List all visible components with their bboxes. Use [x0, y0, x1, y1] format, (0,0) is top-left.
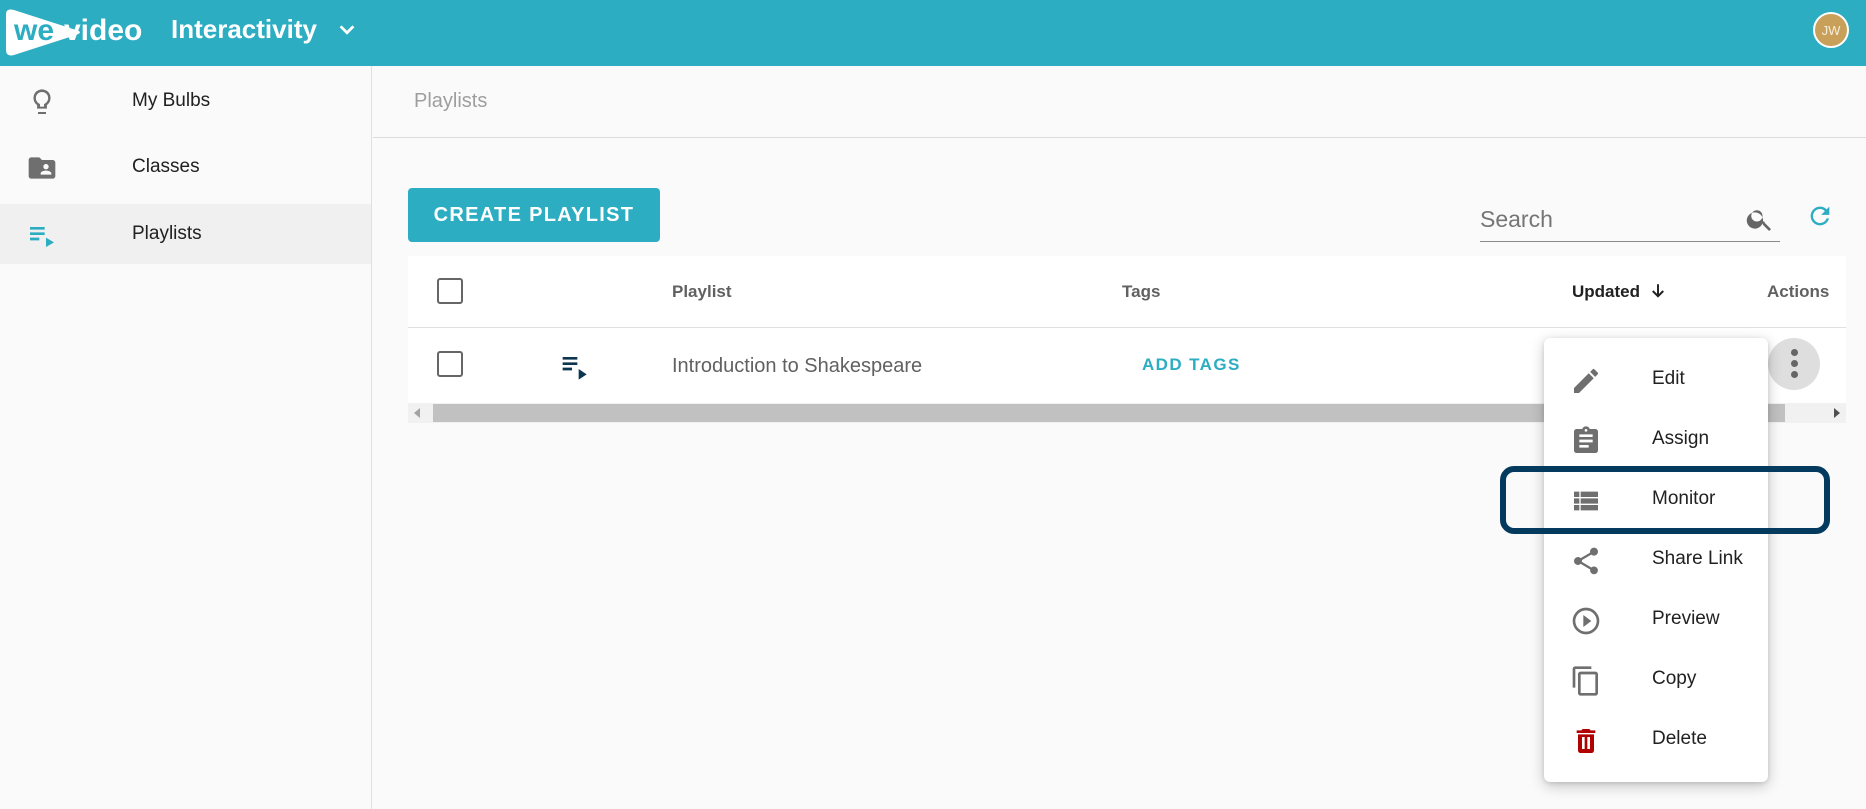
menu-item-label: Delete — [1652, 728, 1707, 749]
svg-text:video: video — [64, 14, 142, 47]
create-playlist-button[interactable]: CREATE PLAYLIST — [408, 188, 660, 242]
sidebar: My Bulbs Classes Playlists — [0, 66, 372, 809]
sidebar-item-my-bulbs[interactable]: My Bulbs — [0, 71, 371, 131]
playlist-play-icon — [30, 227, 54, 247]
menu-item-preview[interactable]: Preview — [1544, 590, 1768, 650]
sidebar-item-label: My Bulbs — [132, 90, 211, 111]
scroll-left-arrow[interactable] — [414, 408, 420, 418]
clipboard-icon — [1574, 426, 1598, 453]
sidebar-item-classes[interactable]: Classes — [0, 137, 371, 197]
playlist-play-icon — [562, 357, 587, 380]
menu-item-label: Monitor — [1652, 488, 1716, 509]
menu-item-edit[interactable]: Edit — [1544, 350, 1768, 410]
lightbulb-icon — [33, 89, 51, 114]
menu-item-monitor[interactable]: Monitor — [1544, 470, 1768, 530]
playlist-title[interactable]: Introduction to Shakespeare — [672, 355, 922, 378]
row-checkbox[interactable] — [437, 351, 463, 377]
add-tags-button[interactable]: ADD TAGS — [1142, 355, 1241, 375]
menu-item-delete[interactable]: Delete — [1544, 710, 1768, 770]
breadcrumb: Playlists — [414, 90, 488, 112]
select-all-checkbox[interactable] — [437, 278, 463, 304]
menu-item-label: Share Link — [1652, 548, 1743, 569]
menu-item-copy[interactable]: Copy — [1544, 650, 1768, 710]
wevideo-logo[interactable]: we video — [2, 4, 152, 60]
share-icon — [1573, 547, 1598, 575]
chevron-down-icon[interactable] — [336, 19, 358, 41]
menu-item-label: Edit — [1652, 368, 1685, 389]
column-header-updated-label: Updated — [1572, 282, 1640, 301]
breadcrumb-bar: Playlists — [373, 66, 1866, 138]
menu-item-label: Assign — [1652, 428, 1710, 449]
column-header-playlist[interactable]: Playlist — [672, 282, 732, 302]
app-title[interactable]: Interactivity — [171, 12, 317, 46]
copy-icon — [1572, 666, 1598, 696]
sidebar-item-label: Playlists — [132, 223, 202, 244]
column-header-updated[interactable]: Updated — [1572, 282, 1667, 302]
column-header-tags[interactable]: Tags — [1122, 282, 1160, 302]
svg-text:we: we — [13, 14, 54, 47]
refresh-icon[interactable] — [1806, 202, 1834, 230]
menu-item-label: Copy — [1652, 668, 1697, 689]
menu-item-label: Preview — [1652, 608, 1720, 629]
sidebar-item-playlists[interactable]: Playlists — [0, 204, 371, 264]
arrow-down-icon — [1651, 284, 1664, 298]
search-input[interactable] — [1480, 202, 1730, 236]
list-icon — [1574, 491, 1598, 511]
column-header-actions: Actions — [1767, 282, 1830, 301]
sidebar-item-label: Classes — [132, 156, 200, 177]
actions-menu: Edit Assign Monitor Share Link Preview C… — [1544, 338, 1768, 782]
table-header: Playlist Tags Updated Actions — [408, 256, 1846, 328]
play-circle-icon — [1572, 607, 1600, 635]
avatar[interactable]: JW — [1813, 12, 1849, 48]
menu-item-assign[interactable]: Assign — [1544, 410, 1768, 470]
search-field — [1480, 196, 1780, 242]
scroll-right-arrow[interactable] — [1834, 408, 1840, 418]
menu-item-share-link[interactable]: Share Link — [1544, 530, 1768, 590]
top-bar: we video Interactivity JW — [0, 0, 1866, 66]
pencil-icon — [1574, 368, 1599, 393]
more-actions-button[interactable] — [1768, 338, 1820, 390]
folder-shared-icon — [28, 157, 56, 179]
trash-icon — [1576, 729, 1596, 753]
search-icon[interactable] — [1745, 204, 1775, 234]
